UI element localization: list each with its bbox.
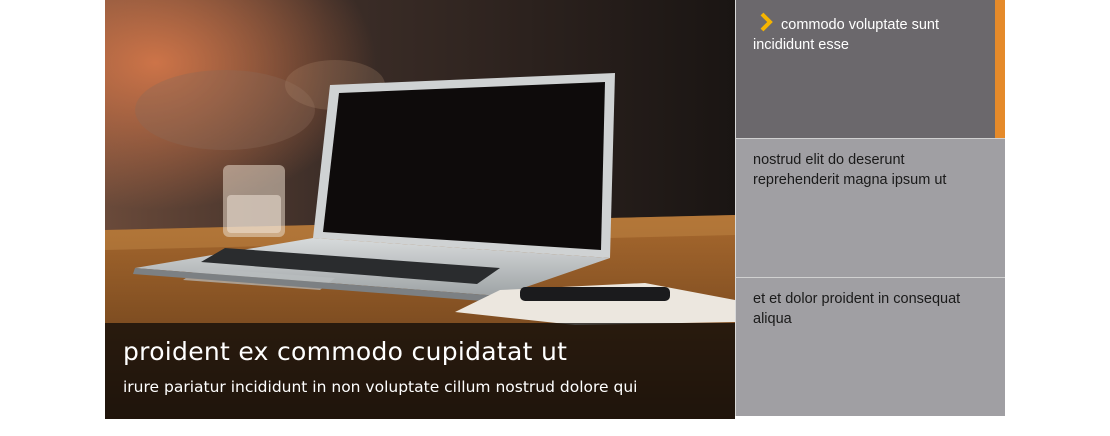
slide-subtitle: irure pariatur incididunt in non volupta… bbox=[123, 378, 638, 396]
featured-slider: proident ex commodo cupidatat ut irure p… bbox=[105, 0, 1005, 419]
tab-slide-3[interactable]: et et dolor proident in consequat aliqua bbox=[735, 277, 1005, 416]
tab-label: nostrud elit do deserunt reprehenderit m… bbox=[753, 152, 947, 188]
tab-slide-2[interactable]: nostrud elit do deserunt reprehenderit m… bbox=[735, 138, 1005, 277]
slide-title[interactable]: proident ex commodo cupidatat ut bbox=[123, 337, 717, 367]
tab-label: et et dolor proident in consequat aliqua bbox=[753, 291, 961, 327]
chevron-right-icon bbox=[760, 12, 773, 32]
tab-label: commodo voluptate sunt incididunt esse bbox=[753, 17, 939, 53]
tab-slide-1[interactable]: commodo voluptate sunt incididunt esse bbox=[735, 0, 1005, 138]
slide-tabs: commodo voluptate sunt incididunt esse n… bbox=[735, 0, 1005, 419]
hero-slide[interactable]: proident ex commodo cupidatat ut irure p… bbox=[105, 0, 735, 419]
slide-caption: proident ex commodo cupidatat ut irure p… bbox=[105, 323, 735, 419]
active-indicator bbox=[995, 0, 1005, 138]
